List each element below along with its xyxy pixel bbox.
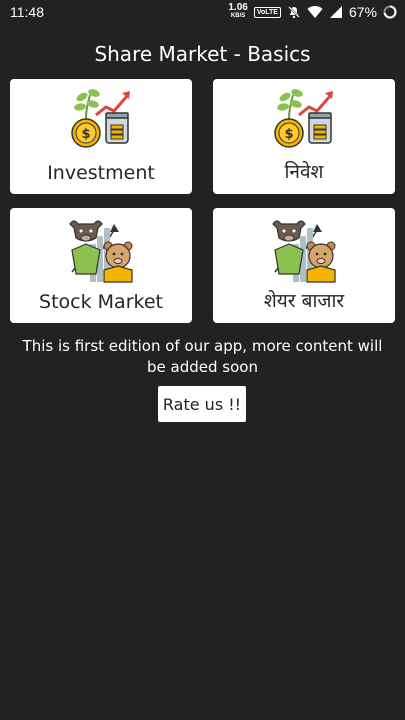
card-investment[interactable]: $ Investment <box>10 79 192 194</box>
network-speed: 1.06 KB/S <box>228 2 248 20</box>
card-stock-market[interactable]: Stock Market <box>10 208 192 323</box>
speed-value: 1.06 <box>228 2 248 13</box>
card-label: Stock Market <box>39 291 163 313</box>
investment-plant-coins-icon: $ <box>274 89 333 148</box>
card-label: शेयर बाजार <box>263 290 345 312</box>
volte-badge: VoLTE <box>253 6 281 18</box>
card-nivesh[interactable]: $ निवेश <box>213 79 395 194</box>
svg-text:$: $ <box>81 127 90 142</box>
battery-icon <box>383 5 397 19</box>
edition-note: This is first edition of our app, more c… <box>22 337 383 376</box>
card-share-bazaar[interactable]: शेयर बाजार <box>213 208 395 323</box>
speed-unit: KB/S <box>230 13 246 19</box>
svg-text:$: $ <box>284 127 293 142</box>
status-time: 11:48 <box>10 4 44 20</box>
card-label: Investment <box>47 162 155 184</box>
status-bar: 11:48 1.06 KB/S VoLTE 67% <box>0 0 405 24</box>
battery-percent: 67% <box>348 4 377 20</box>
mute-icon <box>287 5 301 19</box>
status-icons: 1.06 KB/S VoLTE 67% <box>228 2 397 20</box>
bull-bear-market-icon <box>272 220 336 283</box>
card-label: निवेश <box>284 161 324 183</box>
page-title: Share Market - Basics <box>94 42 311 66</box>
investment-plant-coins-icon: $ <box>71 89 130 148</box>
bull-bear-market-icon <box>69 220 133 283</box>
signal-icon <box>329 5 343 19</box>
wifi-icon <box>307 5 323 19</box>
rate-us-button[interactable]: Rate us !! <box>158 386 246 422</box>
